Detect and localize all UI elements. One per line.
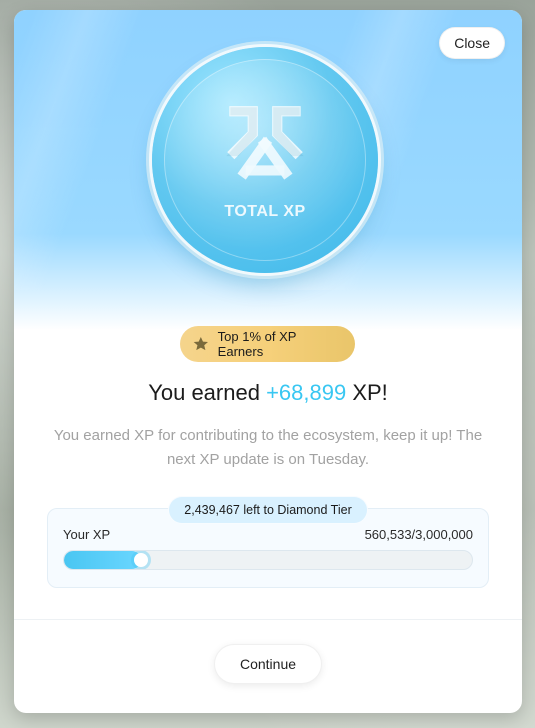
headline-suffix: XP! [346, 380, 388, 405]
tier-remaining-badge: 2,439,467 left to Diamond Tier [168, 496, 368, 524]
coin-label: TOTAL XP [224, 203, 306, 220]
xp-progress-bar [63, 550, 473, 570]
earned-description: You earned XP for contributing to the ec… [53, 427, 483, 468]
headline-prefix: You earned [148, 380, 267, 405]
close-button[interactable]: Close [439, 27, 505, 59]
rank-badge: Top 1% of XP Earners [180, 326, 355, 362]
rank-badge-text: Top 1% of XP Earners [217, 329, 297, 359]
xp-value-text: 560,533/3,000,000 [364, 527, 473, 542]
footer-divider [14, 619, 522, 620]
star-icon [193, 337, 208, 351]
earned-headline: You earned +68,899 XP! [14, 380, 522, 406]
total-xp-coin: TOTAL XP [152, 47, 378, 273]
your-xp-label: Your XP [63, 527, 111, 542]
continue-button[interactable]: Continue [214, 644, 322, 684]
xp-progress-knob [133, 553, 148, 567]
xp-modal: Close TOTAL XP Top 1% of XP Earners You … [14, 10, 522, 713]
xp-logo-icon [226, 106, 304, 180]
hero-header: Close TOTAL XP [14, 10, 522, 330]
xp-progress-header: Your XP 560,533/3,000,000 [63, 527, 473, 542]
xp-progress-fill [64, 551, 141, 569]
earned-xp-amount: +68,899 [266, 380, 347, 405]
